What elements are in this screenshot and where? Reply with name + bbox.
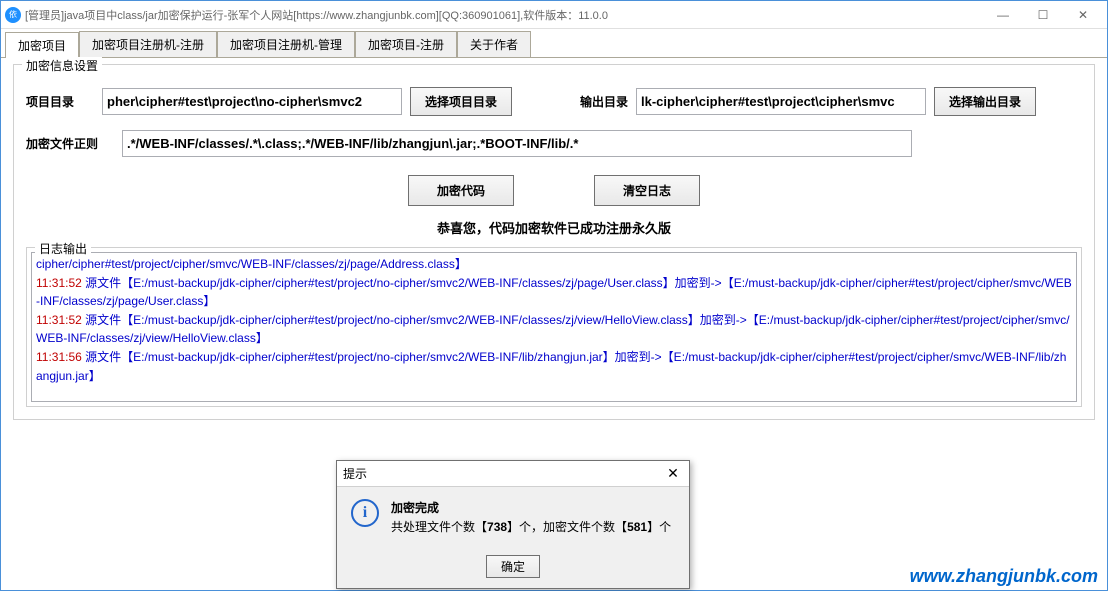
dialog-message: 共处理文件个数【738】个，加密文件个数【581】个 — [391, 518, 671, 537]
info-icon: i — [351, 499, 379, 527]
tab-content: 加密信息设置 项目目录 选择项目目录 输出目录 选择输出目录 加密文件正则 加密… — [1, 58, 1107, 426]
encrypt-button[interactable]: 加密代码 — [408, 175, 514, 206]
output-dir-input[interactable] — [636, 88, 926, 115]
row-dirs: 项目目录 选择项目目录 输出目录 选择输出目录 — [26, 87, 1082, 116]
titlebar: 依 [管理员]java项目中class/jar加密保护运行-张军个人网站[htt… — [1, 1, 1107, 29]
close-button[interactable]: ✕ — [1063, 3, 1103, 27]
choose-project-button[interactable]: 选择项目目录 — [410, 87, 512, 116]
log-line: cipher/cipher#test/project/cipher/smvc/W… — [36, 255, 1072, 274]
tab-project-register[interactable]: 加密项目-注册 — [355, 31, 457, 57]
minimize-button[interactable]: — — [983, 3, 1023, 27]
dialog-titlebar: 提示 ✕ — [337, 461, 689, 487]
congrats-text: 恭喜您，代码加密软件已成功注册永久版 — [26, 218, 1082, 237]
tab-about[interactable]: 关于作者 — [457, 31, 531, 57]
output-dir-label: 输出目录 — [568, 93, 628, 110]
regex-label: 加密文件正则 — [26, 135, 114, 152]
dialog-heading: 加密完成 — [391, 499, 671, 518]
dialog-text: 加密完成 共处理文件个数【738】个，加密文件个数【581】个 — [391, 499, 671, 537]
dialog-footer: 确定 — [337, 549, 689, 588]
clear-log-button[interactable]: 清空日志 — [594, 175, 700, 206]
dialog-ok-button[interactable]: 确定 — [486, 555, 540, 578]
tab-keygen-register[interactable]: 加密项目注册机-注册 — [79, 31, 217, 57]
settings-legend: 加密信息设置 — [22, 57, 102, 74]
maximize-button[interactable]: ☐ — [1023, 3, 1063, 27]
regex-input[interactable] — [122, 130, 912, 157]
log-line: 11:31:56 源文件【E:/must-backup/jdk-cipher/c… — [36, 348, 1072, 385]
app-icon: 依 — [5, 7, 21, 23]
row-regex: 加密文件正则 — [26, 130, 1082, 157]
log-fieldset: 日志输出 cipher/cipher#test/project/cipher/s… — [26, 247, 1082, 407]
log-output[interactable]: cipher/cipher#test/project/cipher/smvc/W… — [31, 252, 1077, 402]
log-legend: 日志输出 — [35, 240, 91, 257]
info-dialog: 提示 ✕ i 加密完成 共处理文件个数【738】个，加密文件个数【581】个 确… — [336, 460, 690, 589]
log-line: 11:31:52 源文件【E:/must-backup/jdk-cipher/c… — [36, 311, 1072, 348]
tab-keygen-manage[interactable]: 加密项目注册机-管理 — [217, 31, 355, 57]
project-dir-label: 项目目录 — [26, 93, 94, 110]
dialog-close-button[interactable]: ✕ — [663, 465, 683, 482]
window-controls: — ☐ ✕ — [983, 3, 1103, 27]
window-title: [管理员]java项目中class/jar加密保护运行-张军个人网站[https… — [25, 7, 983, 23]
log-line: 11:31:52 源文件【E:/must-backup/jdk-cipher/c… — [36, 274, 1072, 311]
settings-fieldset: 加密信息设置 项目目录 选择项目目录 输出目录 选择输出目录 加密文件正则 加密… — [13, 64, 1095, 420]
tab-bar: 加密项目 加密项目注册机-注册 加密项目注册机-管理 加密项目-注册 关于作者 — [1, 31, 1107, 58]
choose-output-button[interactable]: 选择输出目录 — [934, 87, 1036, 116]
action-buttons: 加密代码 清空日志 — [26, 175, 1082, 206]
dialog-body: i 加密完成 共处理文件个数【738】个，加密文件个数【581】个 — [337, 487, 689, 549]
tab-encrypt-project[interactable]: 加密项目 — [5, 32, 79, 58]
dialog-title-text: 提示 — [343, 465, 367, 482]
project-dir-input[interactable] — [102, 88, 402, 115]
watermark: www.zhangjunbk.com — [910, 566, 1098, 587]
